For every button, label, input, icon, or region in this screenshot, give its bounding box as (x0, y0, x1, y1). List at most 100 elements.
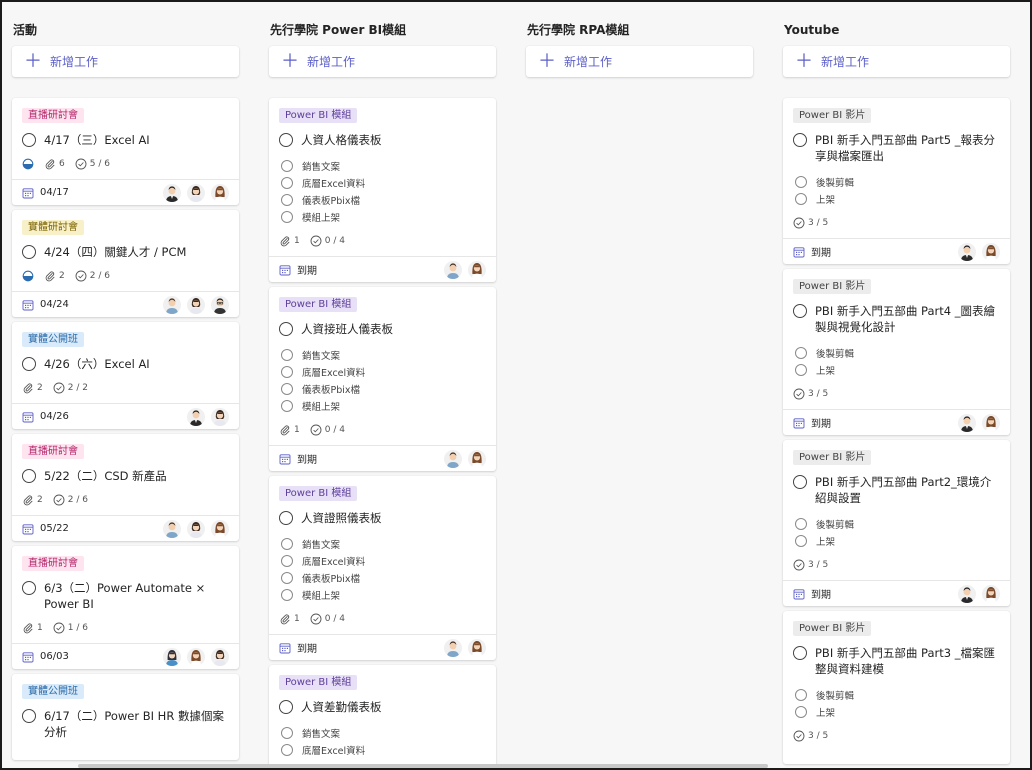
checklist-item-checkbox[interactable] (795, 688, 807, 701)
avatar-man-suit[interactable] (958, 242, 976, 261)
assignees[interactable] (157, 295, 229, 314)
task-label-tag[interactable]: Power BI 模組 (279, 486, 358, 501)
task-title[interactable]: PBI 新手入門五部曲 Part3 _檔案匯整與資料建模 (815, 645, 1000, 677)
assignees[interactable] (157, 647, 229, 666)
complete-task-checkbox[interactable] (22, 469, 36, 483)
checklist-item-checkbox[interactable] (795, 346, 807, 359)
task-title[interactable]: 4/17（三）Excel AI (44, 132, 150, 148)
avatar-woman-long[interactable] (468, 638, 486, 657)
due-date[interactable]: 到期 (279, 640, 317, 655)
avatar-man-suit[interactable] (163, 183, 181, 202)
avatar-woman-long[interactable] (982, 242, 1000, 261)
due-date[interactable]: 到期 (793, 244, 831, 259)
checklist-item-checkbox[interactable] (281, 399, 293, 412)
checklist-item-checkbox[interactable] (795, 705, 807, 718)
bucket-title[interactable]: 活動 (12, 12, 239, 46)
due-date[interactable]: 04/26 (22, 411, 69, 423)
checklist-item[interactable]: 底層Excel資料 (281, 363, 486, 380)
avatar-woman-short[interactable] (187, 295, 205, 314)
avatar-man-casual[interactable] (163, 519, 181, 538)
due-date[interactable]: 到期 (279, 262, 317, 277)
task-title[interactable]: PBI 新手入門五部曲 Part4 _圖表繪製與視覺化設計 (815, 303, 1000, 335)
complete-task-checkbox[interactable] (793, 133, 807, 147)
assignees[interactable] (438, 638, 486, 657)
checklist-item[interactable]: 銷售文案 (281, 535, 486, 552)
task-card[interactable]: Power BI 影片 PBI 新手入門五部曲 Part2_環境介紹與設置 後製剪輯… (783, 440, 1010, 606)
assignees[interactable] (952, 584, 1000, 603)
avatar-woman-blue[interactable] (163, 647, 181, 666)
due-date[interactable]: 到期 (279, 451, 317, 466)
assignees[interactable] (157, 519, 229, 538)
task-card[interactable]: 實體研討會 4/24（四）關鍵人才 / PCM 2 2 / 6 04/24 (12, 210, 239, 317)
task-title[interactable]: 6/17（二）Power BI HR 數據個案分析 (44, 708, 229, 740)
complete-task-checkbox[interactable] (279, 322, 293, 336)
task-title[interactable]: 4/24（四）關鍵人才 / PCM (44, 244, 186, 260)
complete-task-checkbox[interactable] (279, 133, 293, 147)
checklist-item[interactable]: 銷售文案 (281, 346, 486, 363)
checklist-item-checkbox[interactable] (281, 382, 293, 395)
checklist-item-checkbox[interactable] (795, 363, 807, 376)
task-label-tag[interactable]: 實體公開班 (22, 332, 84, 347)
task-label-tag[interactable]: 直播研討會 (22, 444, 84, 459)
checklist-item[interactable]: 上架 (795, 703, 1000, 720)
task-card[interactable]: 直播研討會 6/3（二）Power Automate × Power BI 1 1 /… (12, 546, 239, 669)
task-label-tag[interactable]: Power BI 模組 (279, 108, 358, 123)
checklist-item[interactable]: 後製剪輯 (795, 173, 1000, 190)
task-title[interactable]: 人資證照儀表板 (301, 510, 382, 526)
checklist-item[interactable]: 儀表板Pbix檔 (281, 191, 486, 208)
add-task-button[interactable]: ＋ 新增工作 (783, 46, 1010, 77)
checklist-item[interactable]: 模組上架 (281, 208, 486, 225)
complete-task-checkbox[interactable] (22, 133, 36, 147)
checklist-item-checkbox[interactable] (281, 193, 293, 206)
task-card[interactable]: Power BI 影片 PBI 新手入門五部曲 Part5 _報表分享與檔案匯出後… (783, 98, 1010, 264)
avatar-man-glasses[interactable] (211, 295, 229, 314)
add-task-button[interactable]: ＋ 新增工作 (526, 46, 753, 77)
complete-task-checkbox[interactable] (279, 700, 293, 714)
avatar-woman-short[interactable] (187, 519, 205, 538)
complete-task-checkbox[interactable] (793, 475, 807, 489)
progress-indicator[interactable] (22, 270, 34, 282)
checklist-item[interactable]: 銷售文案 (281, 724, 486, 741)
avatar-man-casual[interactable] (163, 295, 181, 314)
task-title[interactable]: 4/26（六）Excel AI (44, 356, 150, 372)
checklist-item[interactable]: 底層Excel資料 (281, 174, 486, 191)
task-card[interactable]: Power BI 模組 人資差勤儀表板 銷售文案 底層Excel資料 (269, 665, 496, 768)
task-title[interactable]: 人資差勤儀表板 (301, 699, 382, 715)
checklist-item[interactable]: 上架 (795, 361, 1000, 378)
avatar-woman-long[interactable] (982, 584, 1000, 603)
complete-task-checkbox[interactable] (22, 709, 36, 723)
task-title[interactable]: PBI 新手入門五部曲 Part2_環境介紹與設置 (815, 474, 1000, 506)
task-label-tag[interactable]: Power BI 影片 (793, 621, 872, 636)
task-label-tag[interactable]: 直播研討會 (22, 108, 84, 123)
checklist-item-checkbox[interactable] (281, 554, 293, 567)
checklist-item-checkbox[interactable] (795, 517, 807, 530)
task-label-tag[interactable]: 實體研討會 (22, 220, 84, 235)
checklist-item-checkbox[interactable] (795, 534, 807, 547)
checklist-item-checkbox[interactable] (281, 537, 293, 550)
assignees[interactable] (952, 242, 1000, 261)
checklist-item[interactable]: 後製剪輯 (795, 686, 1000, 703)
checklist-item-checkbox[interactable] (281, 571, 293, 584)
checklist-item-checkbox[interactable] (281, 365, 293, 378)
avatar-man-suit[interactable] (958, 584, 976, 603)
checklist-item-checkbox[interactable] (281, 159, 293, 172)
complete-task-checkbox[interactable] (22, 581, 36, 595)
task-title[interactable]: 5/22（二）CSD 新產品 (44, 468, 167, 484)
task-card[interactable]: 直播研討會 5/22（二）CSD 新產品 2 2 / 6 05/22 (12, 434, 239, 541)
checklist-item[interactable]: 上架 (795, 532, 1000, 549)
avatar-woman-short[interactable] (187, 183, 205, 202)
due-date[interactable]: 到期 (793, 586, 831, 601)
avatar-man-casual[interactable] (444, 449, 462, 468)
horizontal-scrollbar[interactable] (78, 764, 768, 768)
bucket-title[interactable]: 先行學院 RPA模組 (526, 12, 753, 46)
due-date[interactable]: 05/22 (22, 523, 69, 535)
add-task-button[interactable]: ＋ 新增工作 (12, 46, 239, 77)
task-card[interactable]: Power BI 影片 PBI 新手入門五部曲 Part4 _圖表繪製與視覺化設計… (783, 269, 1010, 435)
checklist-item[interactable]: 模組上架 (281, 397, 486, 414)
avatar-man-suit[interactable] (958, 413, 976, 432)
avatar-woman-long[interactable] (982, 413, 1000, 432)
task-card[interactable]: Power BI 模組 人資證照儀表板 銷售文案 底層Excel資料 儀表板Pbix檔模… (269, 476, 496, 660)
checklist-item-checkbox[interactable] (281, 210, 293, 223)
due-date[interactable]: 06/03 (22, 651, 69, 663)
checklist-item-checkbox[interactable] (281, 176, 293, 189)
